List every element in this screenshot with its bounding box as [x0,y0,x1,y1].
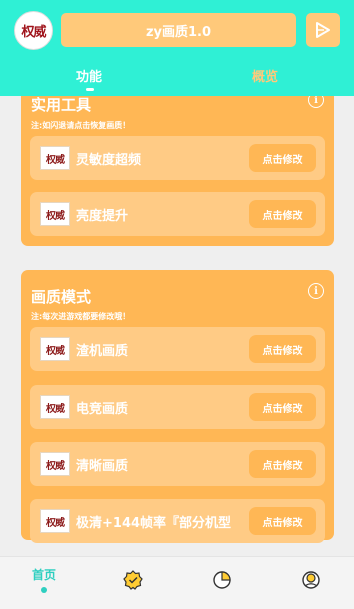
modify-button[interactable]: 点击修改 [249,335,316,363]
row-logo: 权威 [40,146,70,170]
nav-profile[interactable] [281,557,341,609]
row-label: 极清+144帧率『部分机型 [76,516,232,531]
info-icon[interactable]: i [308,283,324,299]
app-title-button[interactable]: zy画质1.0 [61,13,296,47]
app-logo: 权威 [14,11,53,50]
quality-mode-card: 画质模式 注:每次进游戏都要修改哦！ i 权威 渣机画质 点击修改 权威 电竞画… [21,270,334,543]
active-tab-indicator [86,88,94,91]
modify-button[interactable]: 点击修改 [249,144,316,172]
play-icon [316,22,330,38]
row-label: 亮度提升 [76,209,129,224]
list-item: 权威 渣机画质 点击修改 [30,327,325,371]
modify-button[interactable]: 点击修改 [249,200,316,228]
nav-home[interactable]: 首页 [14,557,74,609]
row-label: 清晰画质 [76,459,129,474]
row-logo: 权威 [40,202,70,226]
app-header: 权威 zy画质1.0 功能 概览 [0,0,354,96]
user-profile-icon [302,571,320,589]
pie-chart-icon [213,571,231,589]
utility-tools-card: 实用工具 注:如闪退请点击恢复画质！ i 权威 灵敏度超频 点击修改 权威 亮度… [21,80,334,246]
list-item: 权威 亮度提升 点击修改 [30,192,325,236]
row-logo: 权威 [40,452,70,476]
row-label: 电竞画质 [76,402,129,417]
card-note: 注:每次进游戏都要修改哦！ [31,312,131,321]
card-note: 注:如闪退请点击恢复画质！ [31,121,131,130]
card-title: 画质模式 [31,288,92,306]
active-dot [41,587,47,593]
list-item: 权威 灵敏度超频 点击修改 [30,136,325,180]
card-title: 实用工具 [31,96,92,114]
badge-check-icon [123,570,143,590]
modify-button[interactable]: 点击修改 [249,450,316,478]
tab-overview[interactable]: 概览 [252,66,278,85]
nav-badge[interactable] [103,557,163,609]
tab-functions[interactable]: 功能 [76,66,102,85]
bottom-navigation: 首页 [0,556,354,609]
row-logo: 权威 [40,337,70,361]
row-logo: 权威 [40,509,70,533]
nav-home-label: 首页 [31,568,56,582]
row-label: 灵敏度超频 [76,153,142,168]
nav-stats[interactable] [192,557,252,609]
list-item: 权威 极清+144帧率『部分机型 点击修改 [30,499,325,543]
row-label: 渣机画质 [76,344,129,359]
play-button[interactable] [306,13,340,47]
modify-button[interactable]: 点击修改 [249,507,316,535]
list-item: 权威 电竞画质 点击修改 [30,385,325,429]
row-logo: 权威 [40,395,70,419]
modify-button[interactable]: 点击修改 [249,393,316,421]
list-item: 权威 清晰画质 点击修改 [30,442,325,486]
